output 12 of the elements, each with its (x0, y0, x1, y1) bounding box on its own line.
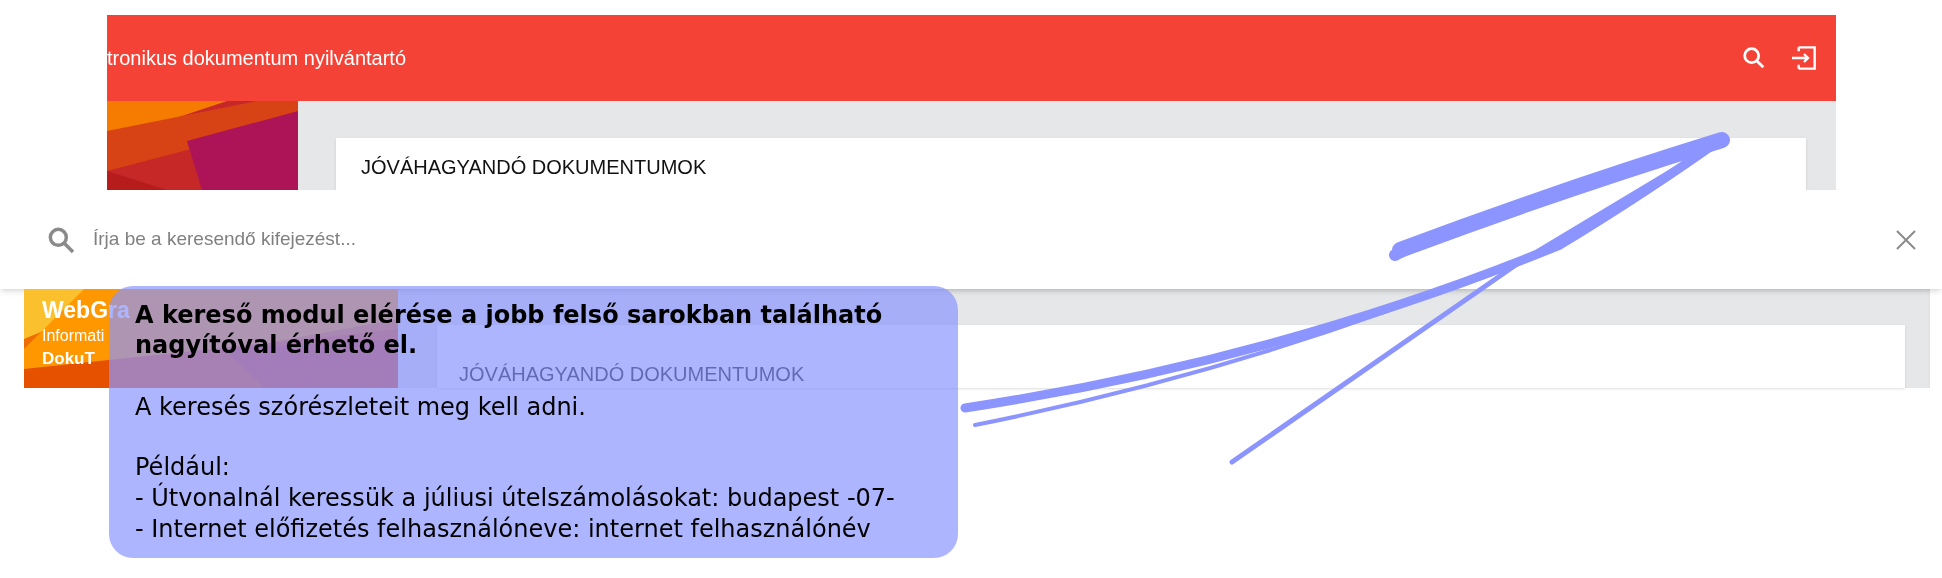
callout-text: A keresés szórészleteit meg kell adni. (135, 392, 587, 423)
user-name: DokuT (42, 348, 96, 370)
search-field[interactable]: Írja be a keresendő kifejezést... (93, 225, 1894, 254)
callout-text: Például: (135, 452, 231, 482)
card-header: JÓVÁHAGYANDÓ DOKUMENTUMOK (361, 156, 707, 178)
department-name: Informati (42, 326, 106, 346)
close-icon[interactable] (1894, 227, 1918, 252)
app-title: tronikus dokumentum nyilvántartó (107, 46, 407, 71)
card-header: JÓVÁHAGYANDÓ DOKUMENTUMOK (459, 363, 805, 385)
callout-title: A kereső modul elérése a jobb felső sarokban található nagyítóval érhető el. (135, 300, 884, 360)
callout-text: - Útvonalnál keressük a júliusi útelszámolásokat: budapest -07- (135, 483, 896, 514)
callout-text: - Internet előfizetés felhasználóneve: internet felhasználónév (135, 514, 872, 545)
